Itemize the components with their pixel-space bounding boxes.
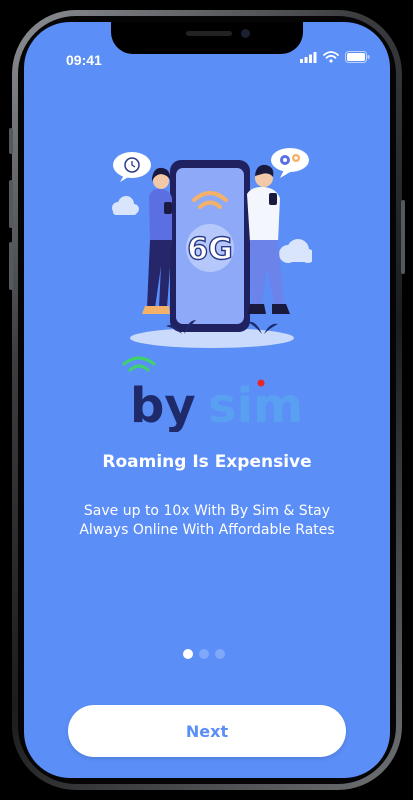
logo-wifi-icon xyxy=(122,356,156,372)
page-dot-3[interactable] xyxy=(215,649,225,659)
bysim-logo: by sim xyxy=(122,356,300,432)
cellular-signal-icon xyxy=(300,51,317,63)
status-time: 09:41 xyxy=(66,52,102,68)
man-figure-icon xyxy=(247,164,290,314)
logo-red-dot xyxy=(257,379,265,387)
volume-up-button xyxy=(9,180,13,228)
gear-bubble-icon xyxy=(271,148,309,178)
speaker-grille xyxy=(186,31,232,36)
logo-by: by xyxy=(130,378,196,432)
logo-sim: sim xyxy=(208,378,300,432)
page-dot-1[interactable] xyxy=(183,649,193,659)
page-indicator xyxy=(183,649,225,659)
clock-bubble-icon xyxy=(113,152,151,182)
mute-switch xyxy=(9,128,13,154)
volume-down-button xyxy=(9,242,13,290)
cloud-left-icon xyxy=(112,196,139,215)
page-dot-2[interactable] xyxy=(199,649,209,659)
woman-figure-icon xyxy=(142,167,172,314)
status-icons xyxy=(300,51,370,63)
power-button xyxy=(401,200,405,274)
next-button[interactable]: Next xyxy=(68,705,346,757)
battery-icon xyxy=(345,51,370,63)
cloud-right-icon xyxy=(279,239,312,263)
front-camera xyxy=(241,29,250,38)
network-badge: 6G xyxy=(187,232,233,267)
onboarding-title: Roaming Is Expensive xyxy=(102,452,312,472)
onboarding-subtitle: Save up to 10x With By Sim & Stay Always… xyxy=(79,503,335,538)
onboarding-screen: 09:41 6G by sim Roaming Is Expensive Sav… xyxy=(24,22,390,778)
wifi-icon xyxy=(323,51,339,63)
onboarding-illustration: 6G xyxy=(112,148,312,348)
notch xyxy=(111,22,303,54)
